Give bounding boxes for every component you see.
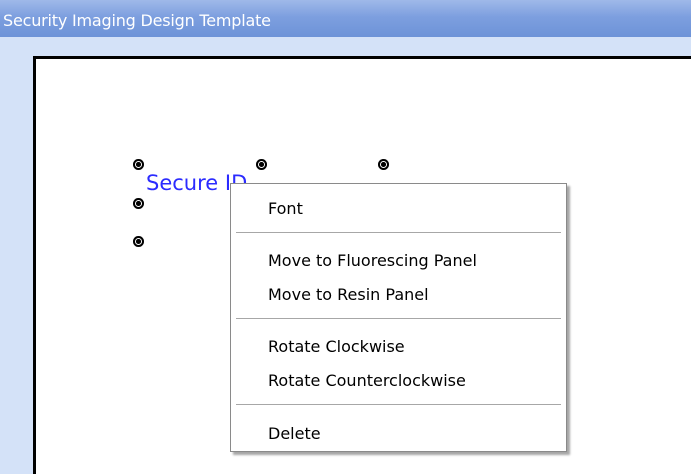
selection-handle-bottom-left[interactable]	[133, 236, 144, 247]
selection-handle-middle-left[interactable]	[133, 198, 144, 209]
menu-item-label: Move to Fluorescing Panel	[268, 251, 477, 270]
selection-handle-top-right[interactable]	[378, 159, 389, 170]
context-menu: Font Move to Fluorescing Panel Move to R…	[230, 183, 567, 452]
menu-item-font[interactable]: Font	[231, 195, 566, 223]
menu-item-move-to-resin-panel[interactable]: Move to Resin Panel	[231, 281, 566, 309]
menu-separator	[236, 404, 561, 406]
menu-item-label: Rotate Counterclockwise	[268, 371, 466, 390]
menu-item-rotate-counterclockwise[interactable]: Rotate Counterclockwise	[231, 367, 566, 395]
menu-item-label: Font	[268, 199, 303, 218]
menu-separator	[236, 232, 561, 234]
menu-item-delete[interactable]: Delete	[231, 420, 566, 448]
menu-item-label: Move to Resin Panel	[268, 285, 429, 304]
window-title-bar[interactable]: Security Imaging Design Template	[0, 0, 691, 37]
selection-handle-top-left[interactable]	[133, 159, 144, 170]
menu-item-label: Delete	[268, 424, 321, 443]
menu-item-move-to-fluorescing-panel[interactable]: Move to Fluorescing Panel	[231, 247, 566, 275]
selection-handle-top-middle[interactable]	[256, 159, 267, 170]
window-title: Security Imaging Design Template	[3, 11, 271, 30]
menu-separator	[236, 318, 561, 320]
menu-item-rotate-clockwise[interactable]: Rotate Clockwise	[231, 333, 566, 361]
menu-item-label: Rotate Clockwise	[268, 337, 405, 356]
